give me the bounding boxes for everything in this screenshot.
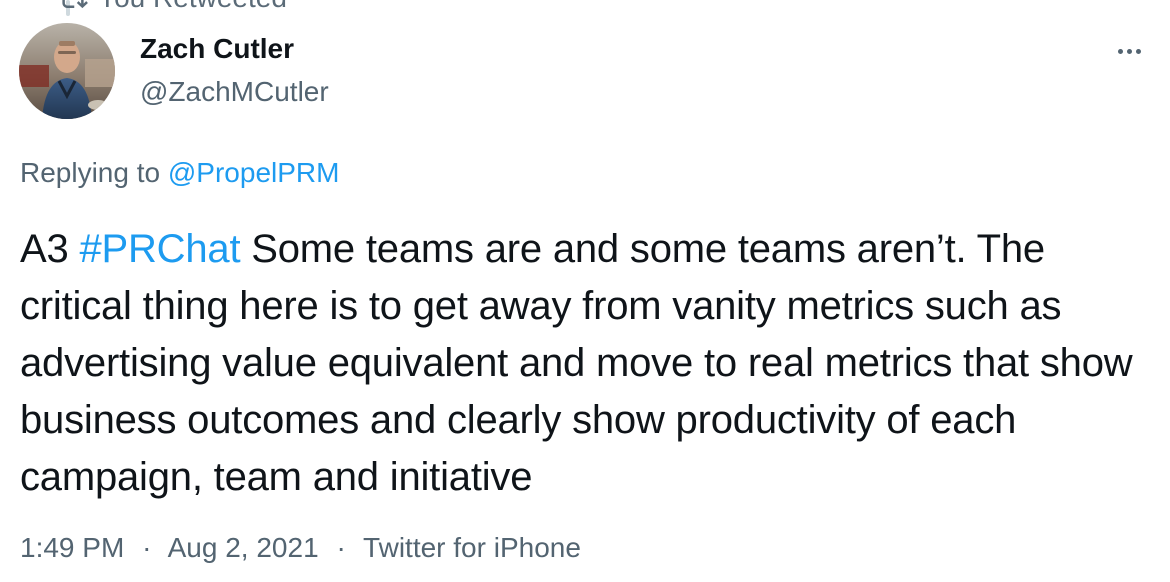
more-horizontal-icon-dot-3 xyxy=(1135,48,1141,54)
tweet-time[interactable]: 1:49 PM xyxy=(20,532,124,563)
hashtag-prchat[interactable]: #PRChat xyxy=(79,227,240,271)
tweet-text: A3 #PRChat Some teams are and some teams… xyxy=(20,221,1165,506)
metadata-separator: · xyxy=(142,532,152,563)
tweet-date[interactable]: Aug 2, 2021 xyxy=(168,532,319,563)
tweet-metadata: 1:49 PM · Aug 2, 2021 · Twitter for iPho… xyxy=(20,531,581,565)
more-options-button[interactable] xyxy=(1112,34,1146,68)
replying-to: Replying to @PropelPRM xyxy=(20,156,339,190)
tweet-text-prefix: A3 xyxy=(20,227,80,271)
replying-to-handle[interactable]: @PropelPRM xyxy=(168,157,340,188)
retweet-context-text: You Retweeted xyxy=(98,0,287,14)
more-horizontal-icon-dot-2 xyxy=(1126,48,1132,54)
tweet-source[interactable]: Twitter for iPhone xyxy=(363,532,581,563)
tweet-header: Zach Cutler @ZachMCutler xyxy=(140,32,1170,122)
more-horizontal-icon xyxy=(1117,48,1123,54)
avatar[interactable] xyxy=(19,23,115,119)
retweet-icon xyxy=(58,0,88,13)
metadata-separator-2: · xyxy=(336,532,346,563)
username[interactable]: @ZachMCutler xyxy=(140,75,329,109)
retweet-context: You Retweeted xyxy=(58,0,287,13)
display-name[interactable]: Zach Cutler xyxy=(140,32,294,66)
replying-to-prefix: Replying to xyxy=(20,157,161,188)
